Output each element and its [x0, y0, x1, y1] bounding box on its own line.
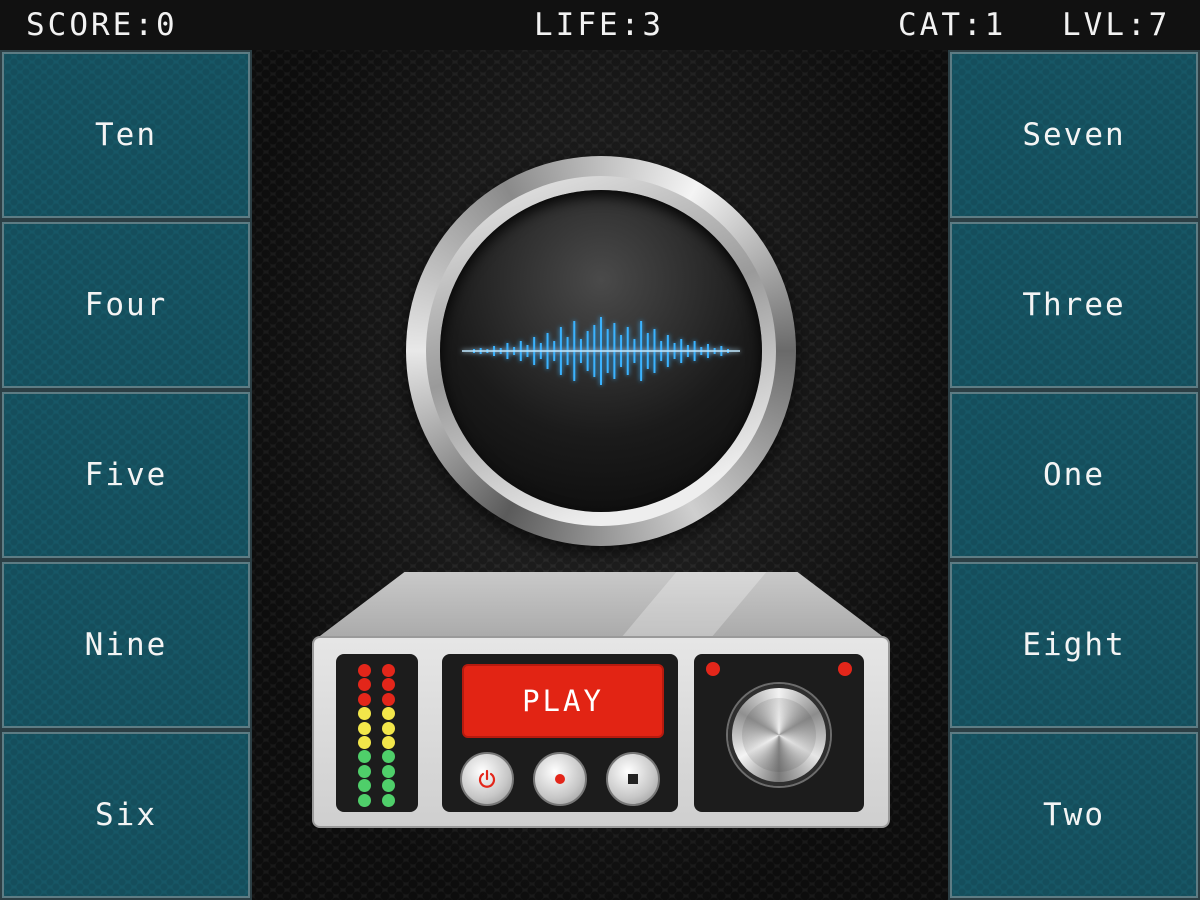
device-top	[312, 572, 890, 642]
level-meter	[336, 654, 418, 812]
power-button[interactable]	[460, 752, 514, 806]
answer-tile-10[interactable]: Two	[948, 730, 1200, 900]
answer-tile-6[interactable]: Seven	[948, 50, 1200, 220]
play-label: PLAY	[522, 684, 604, 718]
control-panel: PLAY	[442, 654, 678, 812]
answer-tile-9[interactable]: Eight	[948, 560, 1200, 730]
answer-label: Ten	[95, 117, 157, 153]
meter-led	[358, 779, 371, 793]
record-icon	[555, 774, 565, 784]
meter-led	[358, 793, 371, 807]
play-button[interactable]: PLAY	[462, 664, 664, 738]
meter-led	[382, 736, 395, 749]
waveform-icon	[462, 317, 740, 385]
answer-label: Three	[1022, 287, 1126, 323]
answer-label: Eight	[1022, 627, 1126, 663]
answer-tile-4[interactable]: Nine	[0, 560, 252, 730]
volume-knob[interactable]	[728, 684, 830, 786]
meter-led	[382, 721, 395, 735]
knob-panel	[694, 654, 864, 812]
right-answer-column: Seven Three One Eight Two	[948, 50, 1200, 900]
answer-tile-8[interactable]: One	[948, 390, 1200, 560]
meter-led	[382, 692, 395, 706]
category-display: CAT:1	[898, 7, 1007, 43]
stop-button[interactable]	[606, 752, 660, 806]
indicator-led	[706, 662, 720, 676]
answer-label: Two	[1043, 797, 1105, 833]
stop-icon	[628, 774, 638, 784]
level-display: LVL:7	[1062, 7, 1171, 43]
answer-tile-1[interactable]: Ten	[0, 50, 252, 220]
scope-screen	[440, 190, 762, 512]
meter-led	[358, 692, 371, 706]
sound-scope	[406, 156, 796, 546]
record-button[interactable]	[533, 752, 587, 806]
life-display: LIFE:3	[534, 7, 664, 43]
meter-led	[358, 664, 371, 677]
indicator-led	[838, 662, 852, 676]
meter-led	[382, 779, 395, 793]
answer-label: One	[1043, 457, 1105, 493]
left-answer-column: Ten Four Five Nine Six	[0, 50, 252, 900]
meter-led	[358, 721, 371, 735]
power-icon	[478, 769, 496, 788]
answer-tile-3[interactable]: Five	[0, 390, 252, 560]
meter-led	[382, 707, 395, 721]
device-front: PLAY	[312, 636, 890, 828]
meter-led	[358, 750, 371, 764]
meter-led	[358, 707, 371, 721]
meter-led	[382, 764, 395, 778]
answer-label: Six	[95, 797, 157, 833]
answer-label: Five	[84, 457, 168, 493]
answer-label: Four	[84, 287, 168, 323]
answer-tile-5[interactable]: Six	[0, 730, 252, 900]
meter-led	[382, 793, 395, 807]
meter-led	[382, 678, 395, 692]
score-display: SCORE:0	[26, 7, 178, 43]
hud-bar: SCORE:0 LIFE:3 CAT:1 LVL:7	[0, 0, 1200, 50]
answer-tile-7[interactable]: Three	[948, 220, 1200, 390]
meter-led	[358, 678, 371, 692]
meter-led	[382, 664, 395, 677]
answer-label: Nine	[84, 627, 168, 663]
radio-device: PLAY	[312, 572, 890, 830]
meter-led	[358, 736, 371, 749]
meter-led	[382, 750, 395, 764]
meter-led	[358, 764, 371, 778]
answer-tile-2[interactable]: Four	[0, 220, 252, 390]
answer-label: Seven	[1022, 117, 1126, 153]
